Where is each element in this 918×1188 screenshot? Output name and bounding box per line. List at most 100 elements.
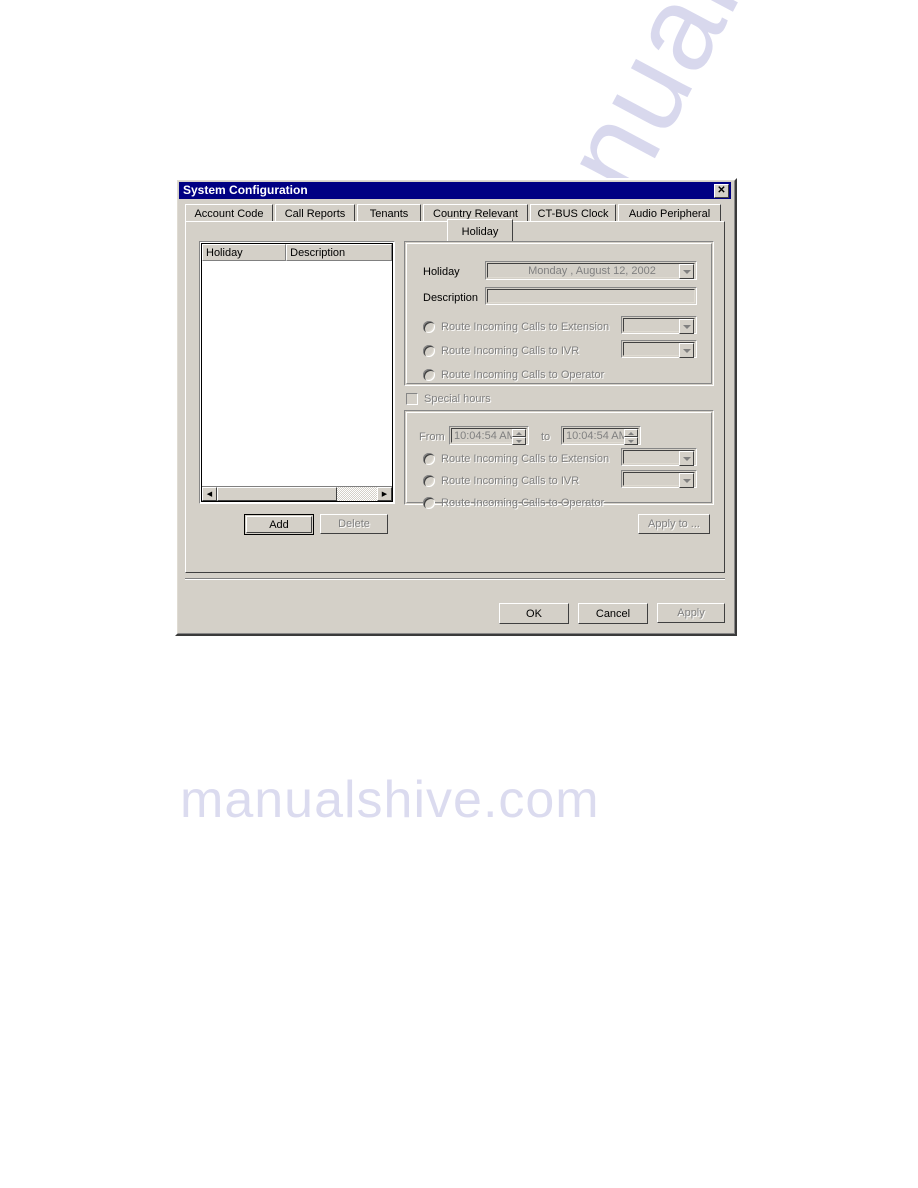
holiday-field-label: Holiday <box>423 266 460 278</box>
listview-header: Holiday Description <box>202 244 392 261</box>
chevron-down-glyph <box>682 269 691 274</box>
spinner-down-icon[interactable] <box>512 437 526 445</box>
holiday-settings-group: Holiday Monday , August 12, 2002 Descrip… <box>404 241 714 386</box>
column-header-holiday[interactable]: Holiday <box>202 244 287 261</box>
radio-circle-icon <box>423 497 435 509</box>
tab-label: CT-BUS Clock <box>537 207 609 220</box>
apply-button-label: Apply <box>677 607 705 619</box>
radio-circle-icon <box>423 369 435 381</box>
from-time-spin-buttons[interactable] <box>512 429 526 445</box>
listview-body[interactable] <box>202 261 392 483</box>
spinner-down-glyph <box>516 439 522 443</box>
tab-holiday[interactable]: Holiday <box>447 219 513 241</box>
radio-circle-icon <box>423 321 435 333</box>
tab-call-reports[interactable]: Call Reports <box>275 204 355 222</box>
chevron-down-glyph <box>682 478 691 483</box>
special-hours-checkbox[interactable]: Special hours <box>406 392 491 406</box>
delete-button[interactable]: Delete <box>320 514 388 534</box>
radio-special-route-ivr-label: Route Incoming Calls to IVR <box>441 475 580 487</box>
special-ivr-combo[interactable] <box>621 470 697 488</box>
radio-route-ivr-label: Route Incoming Calls to IVR <box>441 345 580 357</box>
cancel-button[interactable]: Cancel <box>578 603 648 624</box>
tab-ct-bus-clock[interactable]: CT-BUS Clock <box>530 204 616 222</box>
tab-label: Tenants <box>369 207 409 220</box>
radio-special-route-extension-label: Route Incoming Calls to Extension <box>441 453 610 465</box>
radio-route-extension-label: Route Incoming Calls to Extension <box>441 321 610 333</box>
special-hours-label: Special hours <box>424 393 491 405</box>
watermark-text-horizontal: manualshive.com <box>180 771 600 829</box>
chevron-down-icon[interactable] <box>679 343 694 358</box>
ivr-combo[interactable] <box>621 340 697 358</box>
radio-route-extension[interactable]: Route Incoming Calls to Extension <box>423 320 609 334</box>
tab-label: Call Reports <box>284 207 346 220</box>
column-header-description[interactable]: Description <box>286 244 392 261</box>
description-input-value <box>490 288 694 304</box>
titlebar: System Configuration ✕ <box>179 182 731 199</box>
chevron-down-icon[interactable] <box>679 473 694 488</box>
holiday-date-value: Monday , August 12, 2002 <box>528 264 656 277</box>
triangle-left-icon[interactable]: ◀ <box>202 487 217 501</box>
to-time-spinner[interactable]: 10:04:54 AM <box>561 426 641 445</box>
listview-inner: Holiday Description ◀ ▶ <box>201 243 393 502</box>
spinner-down-icon[interactable] <box>624 437 638 445</box>
holiday-listview[interactable]: Holiday Description ◀ ▶ <box>199 241 395 504</box>
radio-special-route-extension[interactable]: Route Incoming Calls to Extension <box>423 452 609 466</box>
spinner-up-icon[interactable] <box>624 429 638 437</box>
to-label: to <box>541 431 551 443</box>
extension-combo[interactable] <box>621 316 697 334</box>
ok-button[interactable]: OK <box>499 603 569 624</box>
radio-special-route-operator[interactable]: Route Incoming Calls to Operator <box>423 496 604 510</box>
system-configuration-dialog: System Configuration ✕ Account Code Call … <box>175 178 737 636</box>
from-label: From <box>419 431 445 443</box>
spinner-up-glyph <box>516 431 522 435</box>
to-time-spin-buttons[interactable] <box>624 429 638 445</box>
radio-circle-icon <box>423 453 435 465</box>
apply-to-button[interactable]: Apply to ... <box>638 514 710 534</box>
add-button-label: Add <box>269 518 289 531</box>
dialog-separator <box>185 578 725 580</box>
radio-circle-icon <box>423 475 435 487</box>
radio-route-operator[interactable]: Route Incoming Calls to Operator <box>423 368 604 382</box>
chevron-down-glyph <box>682 456 691 461</box>
checkbox-icon <box>406 393 418 405</box>
spinner-down-glyph <box>628 439 634 443</box>
tab-label: Country Relevant <box>433 207 518 220</box>
apply-to-button-label: Apply to ... <box>648 518 700 530</box>
tab-label: Account Code <box>194 207 264 220</box>
chevron-down-icon[interactable] <box>679 451 694 466</box>
window-title: System Configuration <box>183 183 308 197</box>
radio-circle-icon <box>423 345 435 357</box>
chevron-down-glyph <box>682 324 691 329</box>
description-field-label: Description <box>423 292 479 304</box>
radio-special-route-operator-label: Route Incoming Calls to Operator <box>441 497 605 509</box>
spinner-up-glyph <box>628 431 634 435</box>
chevron-down-icon[interactable] <box>679 264 694 279</box>
tab-tenants[interactable]: Tenants <box>357 204 421 222</box>
tab-account-code[interactable]: Account Code <box>185 204 273 222</box>
description-input[interactable] <box>485 287 697 305</box>
special-hours-group: From 10:04:54 AM to 10:04:54 AM Route In… <box>404 410 714 509</box>
tab-audio-peripheral[interactable]: Audio Peripheral <box>618 204 721 222</box>
scrollbar-thumb[interactable] <box>217 487 337 501</box>
special-extension-combo[interactable] <box>621 448 697 466</box>
cancel-button-label: Cancel <box>595 607 631 620</box>
chevron-down-icon[interactable] <box>679 319 694 334</box>
ok-button-label: OK <box>526 607 542 620</box>
chevron-down-glyph <box>682 348 691 353</box>
from-time-spinner[interactable]: 10:04:54 AM <box>449 426 529 445</box>
spinner-up-icon[interactable] <box>512 429 526 437</box>
radio-route-operator-label: Route Incoming Calls to Operator <box>441 369 605 381</box>
triangle-right-icon[interactable]: ▶ <box>377 487 392 501</box>
radio-special-route-ivr[interactable]: Route Incoming Calls to IVR <box>423 474 579 488</box>
tab-label: Holiday <box>461 226 499 238</box>
horizontal-scrollbar[interactable]: ◀ ▶ <box>202 486 392 501</box>
add-button[interactable]: Add <box>244 514 314 535</box>
close-icon[interactable]: ✕ <box>714 183 729 198</box>
delete-button-label: Delete <box>338 518 370 530</box>
tab-panel-holiday: Holiday Description ◀ ▶ Add Delete Holid… <box>185 221 725 573</box>
scrollbar-track[interactable] <box>217 487 377 501</box>
holiday-date-picker[interactable]: Monday , August 12, 2002 <box>485 261 697 280</box>
apply-button[interactable]: Apply <box>657 603 725 623</box>
tab-label: Audio Peripheral <box>628 207 711 220</box>
radio-route-ivr[interactable]: Route Incoming Calls to IVR <box>423 344 579 358</box>
